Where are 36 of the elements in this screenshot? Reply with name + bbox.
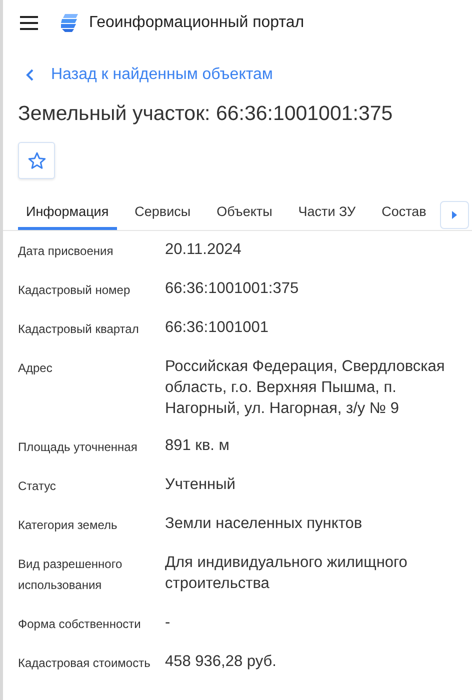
field-value: - bbox=[165, 613, 172, 633]
back-link[interactable]: Назад к найденным объектам bbox=[26, 66, 472, 84]
field-value: 20.11.2024 bbox=[165, 240, 242, 260]
field-label: Статус bbox=[18, 478, 57, 495]
field-label: Категория земель bbox=[18, 517, 118, 534]
field-value: Земли населенных пунктов bbox=[165, 514, 364, 534]
field-label: Площадь уточненная bbox=[18, 439, 138, 456]
menu-icon[interactable] bbox=[20, 16, 38, 30]
tab[interactable]: Объекты bbox=[208, 198, 280, 230]
back-link-text: Назад к найденным объектам bbox=[51, 66, 273, 84]
field-label: Дата присвоения bbox=[18, 243, 114, 260]
field-value: Российская Федерация, Свердловская область, г.о. Верхняя Пышма, п. Нагорный, ул. Нагорная, з/у № 9 bbox=[165, 357, 446, 419]
page-title: Земельный участок: 66:36:1001001:375 bbox=[18, 102, 394, 126]
tab[interactable]: Информация bbox=[18, 198, 117, 230]
scroll-right-button[interactable] bbox=[440, 201, 469, 229]
field-value: Учтенный bbox=[165, 475, 236, 495]
tab[interactable]: Части ЗУ bbox=[290, 198, 364, 230]
favorite-button[interactable] bbox=[18, 142, 55, 179]
star-icon bbox=[26, 150, 46, 170]
tab[interactable]: Состав bbox=[374, 198, 434, 230]
field-value: 458 936,28 руб. bbox=[165, 652, 278, 672]
caret-right-icon bbox=[452, 211, 457, 219]
logo-icon bbox=[59, 13, 79, 33]
field-label: Форма собственности bbox=[18, 616, 142, 633]
field-label: Кадастровая стоимость bbox=[18, 655, 152, 672]
tab[interactable]: Сервисы bbox=[126, 198, 199, 230]
field-value: 66:36:1001001 bbox=[165, 318, 270, 338]
field-label: Вид разрешенного использования bbox=[18, 556, 124, 594]
field-label: Кадастровый квартал bbox=[18, 321, 140, 338]
field-value: 66:36:1001001:375 bbox=[165, 279, 300, 299]
field-value: 891 кв. м bbox=[165, 436, 230, 456]
field-value: Для индивидуального жилищного строительства bbox=[165, 553, 408, 594]
field-label: Кадастровый номер bbox=[18, 282, 132, 299]
app-title: Геоинформационный портал bbox=[89, 14, 304, 32]
chevron-left-icon bbox=[26, 69, 34, 81]
field-label: Адрес bbox=[18, 360, 54, 377]
